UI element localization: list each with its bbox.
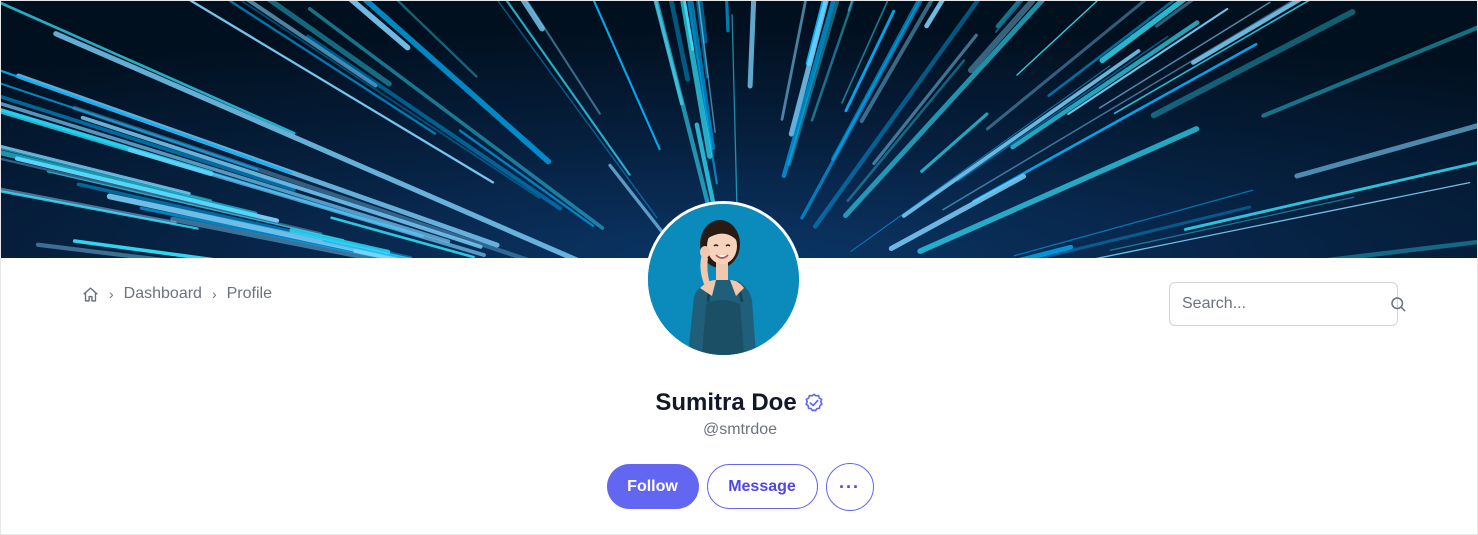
breadcrumb-separator: ›: [109, 286, 114, 302]
profile-name: Sumitra Doe: [655, 389, 797, 416]
message-button[interactable]: Message: [706, 464, 818, 509]
breadcrumb-dashboard[interactable]: Dashboard: [124, 285, 202, 303]
search-icon[interactable]: [1389, 294, 1407, 314]
home-icon[interactable]: [81, 285, 99, 303]
search-box: [1169, 282, 1406, 326]
breadcrumb-profile[interactable]: Profile: [227, 285, 272, 303]
profile-actions: Follow Message ···: [1, 463, 1477, 511]
breadcrumb-separator: ›: [211, 286, 217, 302]
follow-button[interactable]: Follow: [606, 464, 699, 509]
profile-name-row: Sumitra Doe: [1, 389, 1477, 417]
avatar[interactable]: [645, 201, 802, 358]
verified-badge-icon: [803, 392, 825, 414]
avatar-photo: [648, 204, 799, 355]
search-input[interactable]: [1182, 295, 1389, 313]
breadcrumb: › Dashboard › Profile: [81, 283, 272, 305]
profile-page: › Dashboard › Profile Search... Sumitra …: [0, 0, 1478, 535]
profile-handle: @smtrdoe: [702, 421, 778, 438]
more-options-button[interactable]: ···: [825, 463, 874, 511]
